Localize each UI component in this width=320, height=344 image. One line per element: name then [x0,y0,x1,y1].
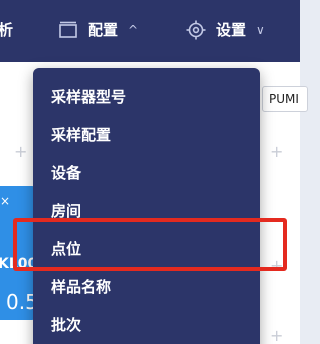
top-nav-bar: 析 配置 ^ 设置 ∨ [0,0,300,62]
gear-icon [186,20,206,40]
grid-plus-marker: + [14,142,28,161]
menu-item-device[interactable]: 设备 [33,154,260,192]
menu-item-sampler-model[interactable]: 采样器型号 [33,78,260,116]
menu-item-label: 采样配置 [51,126,112,144]
close-icon[interactable]: × [0,194,10,208]
chevron-down-icon: ∨ [256,23,265,37]
nav-settings-label[interactable]: 设置 [216,21,246,39]
nav-item-analysis-partial[interactable]: 析 [0,21,13,39]
menu-item-label: 批次 [51,316,82,334]
menu-item-label: 采样器型号 [51,88,127,106]
chevron-up-icon: ^ [128,23,139,37]
highlight-box [13,218,287,271]
menu-item-label: 样品名称 [51,278,112,296]
grid-plus-marker: + [270,142,284,161]
config-dropdown-menu: 采样器型号 采样配置 设备 房间 点位 样品名称 批次 [33,68,260,344]
menu-item-batch[interactable]: 批次 [33,306,260,344]
grid-plus-marker: + [270,326,284,344]
pump-label-text: PUMI [269,92,299,106]
menu-item-sampling-config[interactable]: 采样配置 [33,116,260,154]
menu-item-sample-name[interactable]: 样品名称 [33,268,260,306]
nav-config-label[interactable]: 配置 [88,21,118,39]
menu-item-label: 设备 [51,164,82,182]
pump-node-label[interactable]: PUMI [262,86,308,112]
window-icon [59,21,77,38]
